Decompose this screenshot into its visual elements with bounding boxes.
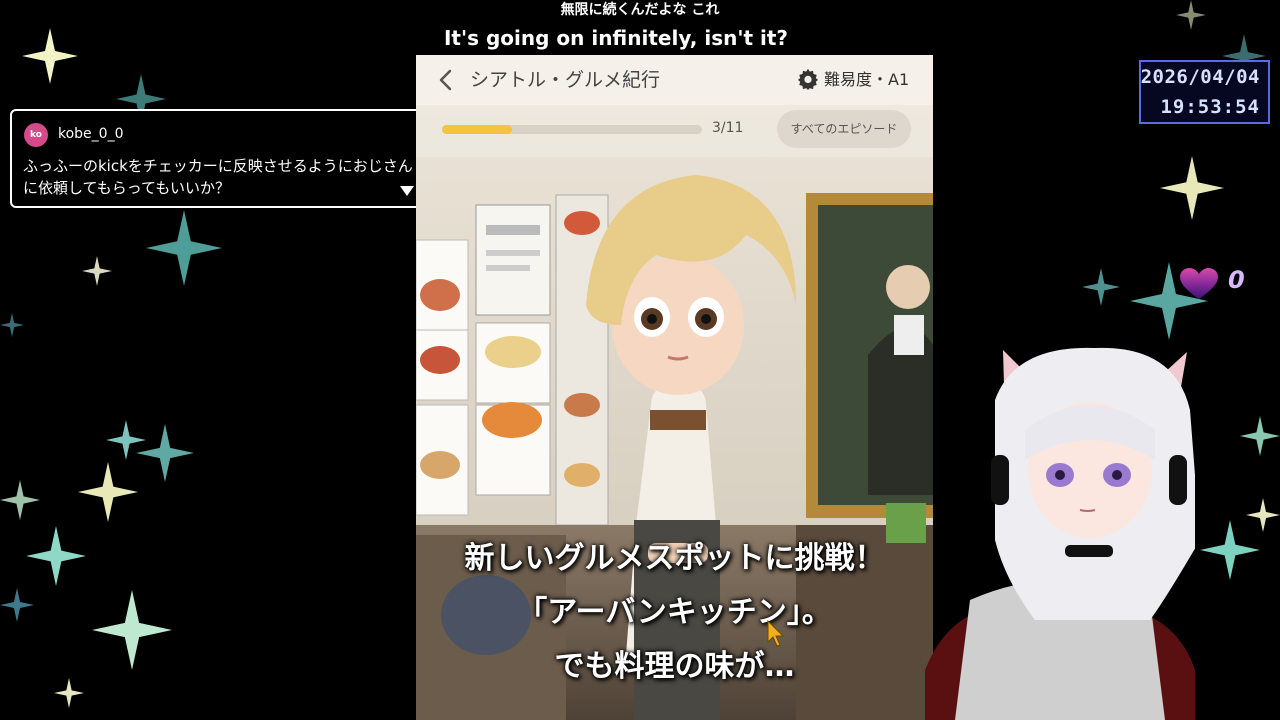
chat-message-text: ふっふーのkickをチェッカーに反映させるようにおじさんに依頼してもらってもいい… — [23, 157, 413, 197]
sparkle-decoration — [1246, 490, 1280, 540]
progress-bar — [442, 125, 702, 134]
chevron-down-icon[interactable] — [400, 186, 414, 196]
sparkle-decoration — [1160, 156, 1224, 220]
sparkle-decoration — [82, 256, 112, 286]
sparkle-decoration — [78, 462, 138, 522]
page-title: シアトル・グルメ紀行 — [470, 69, 661, 91]
chat-message-box: ko kobe_0_0 ふっふーのkickをチェッカーに反映させるようにおじさん… — [10, 109, 426, 208]
subtitle-line-3: でも料理の味が… — [554, 649, 795, 684]
subtitle-line-2: 「アーバンキッチン」。 — [517, 595, 832, 630]
caption-japanese: 無限に続くんだよな これ — [560, 2, 720, 18]
subtitle-line-1: 新しいグルメスポットに挑戦！ — [464, 541, 885, 576]
mouse-cursor-icon — [767, 620, 785, 647]
sparkle-decoration — [0, 582, 34, 628]
progress-bar-fill — [442, 125, 513, 134]
clock-time: 19:53:54 — [1160, 96, 1260, 118]
sparkle-decoration — [26, 526, 86, 586]
episode-progress: 3/11 すべてのエピソード — [416, 105, 933, 157]
sparkle-decoration — [0, 308, 24, 342]
sparkle-decoration — [136, 424, 194, 482]
app-header: シアトル・グルメ紀行 難易度・A1 — [416, 55, 933, 105]
gear-icon[interactable] — [797, 68, 819, 90]
all-episodes-button[interactable]: すべてのエピソード — [777, 110, 911, 148]
chat-username: kobe_0_0 — [58, 126, 124, 142]
back-arrow-icon[interactable] — [434, 68, 458, 92]
heart-count: 0 — [1228, 266, 1245, 294]
sparkle-decoration — [92, 590, 172, 670]
sparkle-decoration — [0, 470, 40, 530]
difficulty-label[interactable]: 難易度・A1 — [824, 69, 909, 91]
clock-widget: 2026/04/04 19:53:54 — [1139, 60, 1270, 124]
heart-counter: 0 — [1180, 266, 1260, 300]
caption-english: It's going on infinitely, isn't it? — [443, 26, 789, 50]
sparkle-decoration — [146, 210, 222, 286]
clock-date: 2026/04/04 — [1140, 66, 1260, 88]
app-screen: シアトル・グルメ紀行 難易度・A1 3/11 すべてのエピソード 新しいグルメス… — [416, 55, 933, 720]
vtuber-avatar — [925, 347, 1195, 720]
sparkle-decoration — [1240, 396, 1280, 476]
progress-count: 3/11 — [712, 120, 744, 136]
heart-icon — [1180, 268, 1218, 299]
sparkle-decoration — [1082, 268, 1120, 306]
sparkle-decoration — [54, 678, 84, 708]
avatar: ko — [24, 123, 48, 147]
